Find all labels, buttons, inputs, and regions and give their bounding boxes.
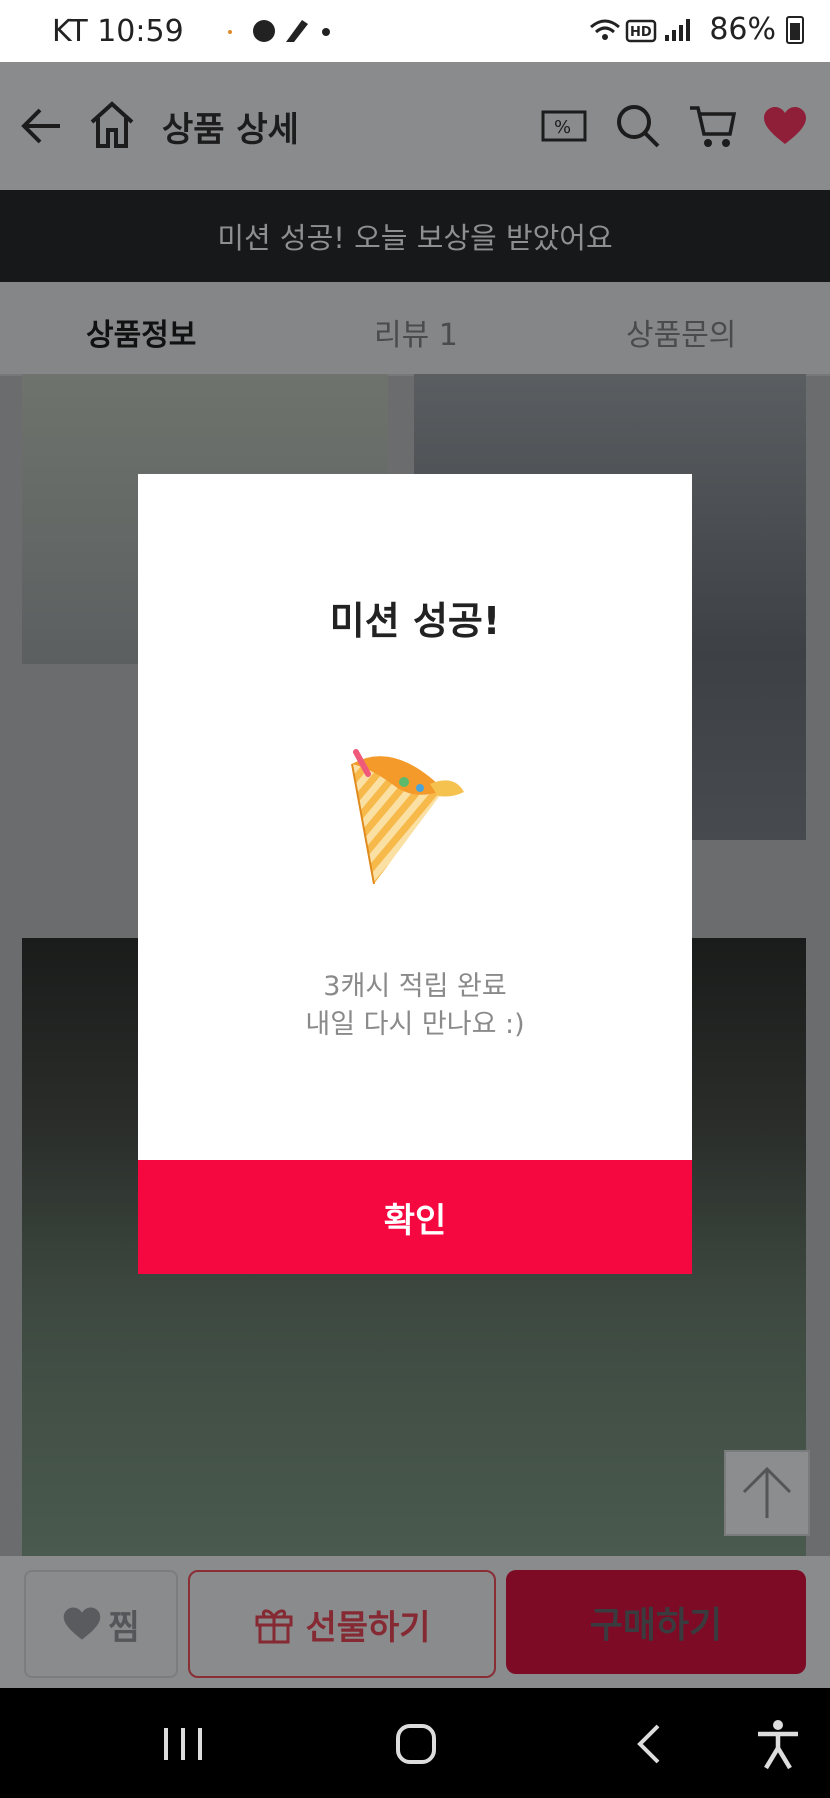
- cart-icon[interactable]: [688, 102, 738, 150]
- home-icon[interactable]: [88, 100, 136, 150]
- gift-button[interactable]: 선물하기: [188, 1570, 496, 1678]
- mission-success-dialog: 미션 성공! 3캐시 적립 완료 내일 다시 만나요 :) 확인: [138, 474, 692, 1274]
- nav-back-icon[interactable]: [632, 1722, 666, 1766]
- gift-label: 선물하기: [305, 1607, 431, 1648]
- tab-product-info[interactable]: 상품정보: [86, 310, 196, 354]
- status-bar: KT 10:59 HD 86%: [0, 0, 830, 62]
- like-button[interactable]: 찜: [24, 1570, 178, 1678]
- back-arrow-icon[interactable]: [20, 102, 68, 150]
- signal-icons: HD: [590, 18, 691, 42]
- notification-icons: [222, 16, 332, 52]
- gift-icon: [255, 1609, 293, 1644]
- tab-reviews[interactable]: 리뷰 1: [374, 310, 458, 354]
- battery-percent: 86%: [709, 12, 776, 47]
- svg-text:HD: HD: [630, 25, 652, 40]
- scroll-top-button[interactable]: [724, 1450, 810, 1536]
- page-title: 상품 상세: [162, 110, 299, 150]
- heart-icon[interactable]: [762, 106, 808, 146]
- arrow-up-icon: [742, 1466, 792, 1518]
- top-bar: 상품 상세 %: [0, 62, 830, 190]
- dialog-message-line1: 3캐시 적립 완료: [323, 971, 507, 1002]
- dialog-title: 미션 성공!: [329, 599, 501, 643]
- notification-icons-svg: [228, 20, 330, 42]
- accessibility-icon[interactable]: [754, 1718, 802, 1770]
- discount-coupon-icon[interactable]: %: [540, 108, 588, 144]
- battery-icon: [786, 15, 804, 44]
- dialog-message: 3캐시 적립 완료 내일 다시 만나요 :): [138, 968, 692, 1044]
- tab-product-inquiry[interactable]: 상품문의: [626, 310, 736, 354]
- status-right: HD 86%: [589, 12, 804, 47]
- heart-outline-icon: [64, 1607, 101, 1640]
- party-popper-icon: [351, 749, 464, 885]
- like-label: 찜: [108, 1607, 140, 1648]
- tab-bar: 상품정보 리뷰 1 상품문의: [0, 282, 830, 376]
- system-nav-bar: [0, 1688, 830, 1798]
- dialog-message-line2: 내일 다시 만나요 :): [305, 1009, 525, 1040]
- confirm-button[interactable]: 확인: [138, 1160, 692, 1274]
- status-time: KT 10:59: [52, 14, 184, 49]
- svg-text:%: %: [554, 117, 571, 138]
- mission-banner: 미션 성공! 오늘 보상을 받았어요: [0, 190, 830, 282]
- home-circle-icon[interactable]: [394, 1722, 438, 1766]
- buy-button[interactable]: 구매하기: [506, 1570, 806, 1674]
- recent-apps-icon[interactable]: [160, 1724, 206, 1764]
- search-icon[interactable]: [614, 102, 662, 150]
